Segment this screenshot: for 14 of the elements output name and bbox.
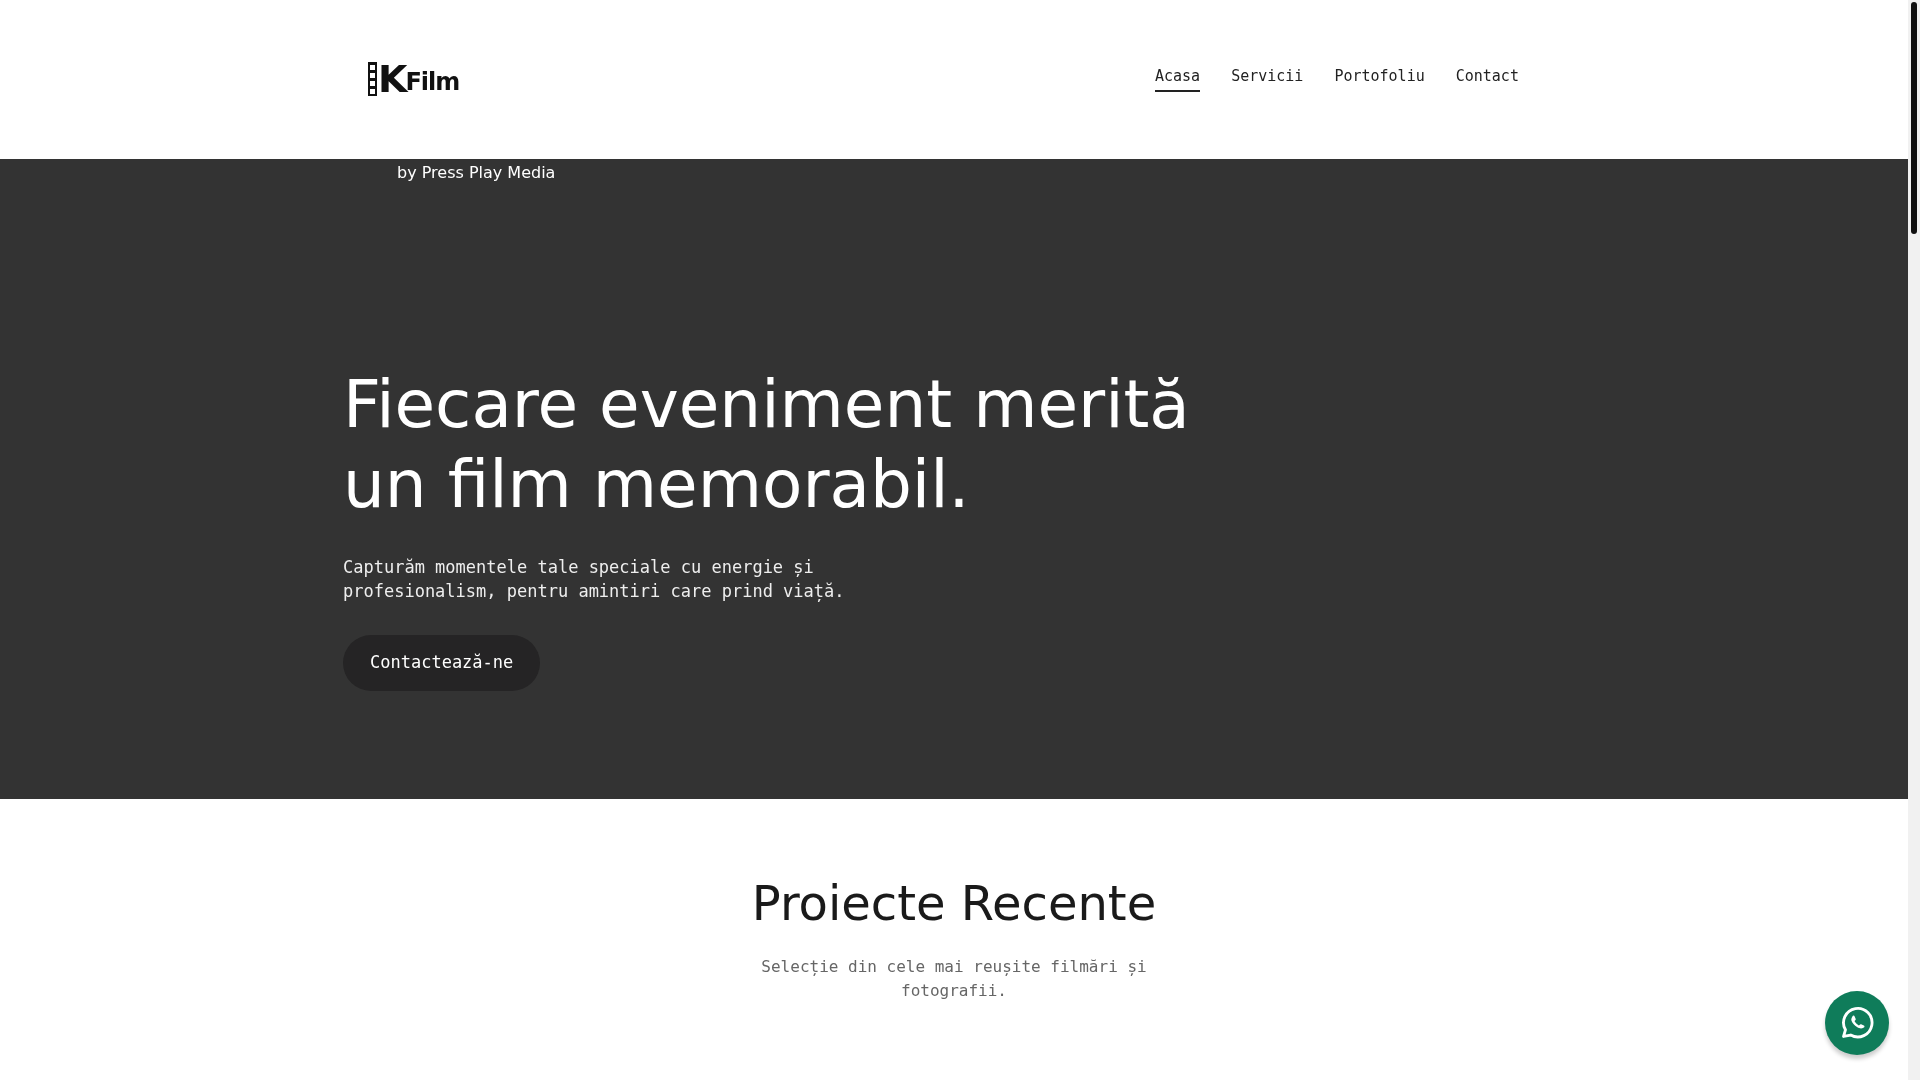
film-strip-icon (368, 61, 377, 96)
nav-link[interactable]: Contact (1455, 65, 1519, 92)
nav-link[interactable]: Acasa (1155, 65, 1201, 92)
hero-text: Capturăm momentele tale speciale cu energie și profesionalism, pentru amintiri care prind viață. (343, 556, 846, 603)
whatsapp-button[interactable] (1825, 991, 1889, 1055)
scrollbar[interactable] (1908, 0, 1920, 1080)
nav-link[interactable]: Servicii (1231, 65, 1304, 92)
contact-button[interactable]: Contactează-ne (343, 635, 541, 691)
tagline: by Press Play Media (397, 162, 556, 184)
section-title: Proiecte Recente (751, 879, 1157, 927)
logo-mark: K (378, 59, 406, 98)
hero-title: Fiecare eveniment merită un film memorabil. (343, 365, 1190, 525)
nav-link[interactable]: Portofoliu (1334, 65, 1425, 92)
section-subtitle: Selecție din cele mai reușite filmări și fotografii. (760, 956, 1148, 1002)
